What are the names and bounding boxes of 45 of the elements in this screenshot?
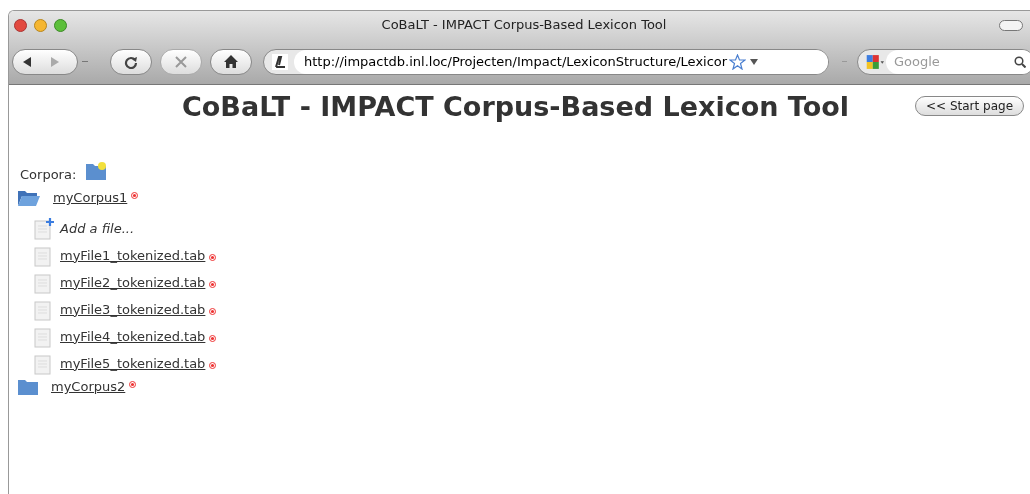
add-file-icon[interactable]	[34, 218, 54, 240]
back-forward-button[interactable]	[12, 48, 78, 75]
toolbar-toggle-button[interactable]	[999, 20, 1023, 31]
window-title: CoBaLT - IMPACT Corpus-Based Lexicon Tool	[381, 17, 667, 33]
delete-icon[interactable]	[209, 254, 217, 261]
start-page-button[interactable]: << Start page	[915, 96, 1025, 116]
file-link[interactable]: myFile3_tokenized.tab	[60, 299, 206, 319]
delete-icon[interactable]	[129, 380, 137, 388]
close-icon	[175, 55, 187, 68]
forward-icon[interactable]	[49, 55, 61, 68]
delete-icon[interactable]	[209, 335, 217, 342]
stop-button[interactable]	[160, 48, 202, 75]
file-icon	[34, 299, 54, 321]
bookmark-star-icon[interactable]	[729, 53, 747, 70]
folder-icon[interactable]	[18, 379, 38, 395]
file-link[interactable]: myFile5_tokenized.tab	[60, 353, 206, 373]
file-icon	[34, 245, 54, 267]
open-folder-icon[interactable]	[18, 190, 40, 206]
dropdown-caret-icon[interactable]	[750, 58, 759, 65]
home-button[interactable]	[210, 48, 252, 75]
file-link[interactable]: myFile4_tokenized.tab	[60, 326, 206, 346]
file-icon	[34, 353, 54, 375]
address-field[interactable]: http://impactdb.inl.loc/Projecten/Impact/LexiconStructure/Lexicor	[263, 48, 829, 75]
delete-icon[interactable]	[209, 308, 217, 315]
new-folder-icon[interactable]	[86, 162, 108, 180]
file-icon	[34, 326, 54, 348]
back-icon[interactable]	[21, 55, 33, 68]
delete-icon[interactable]	[131, 191, 139, 199]
home-icon	[224, 55, 238, 68]
delete-icon[interactable]	[209, 281, 217, 288]
corpora-label: Corpora:	[20, 165, 77, 184]
add-file-link[interactable]: Add a file...	[60, 218, 135, 238]
file-icon	[34, 272, 54, 294]
reload-icon	[124, 54, 138, 69]
delete-icon[interactable]	[209, 362, 217, 369]
zoom-window-button[interactable]	[54, 18, 67, 32]
page-heading: CoBaLT - IMPACT Corpus-Based Lexicon Tool	[181, 89, 849, 124]
minimize-window-button[interactable]	[34, 18, 47, 32]
close-window-button[interactable]	[14, 18, 27, 32]
corpus-link[interactable]: myCorpus2	[51, 377, 126, 397]
reload-button[interactable]	[110, 48, 152, 75]
corpus-link[interactable]: myCorpus1	[53, 188, 128, 208]
file-link[interactable]: myFile2_tokenized.tab	[60, 272, 206, 292]
site-icon	[272, 53, 288, 70]
file-link[interactable]: myFile1_tokenized.tab	[60, 245, 206, 265]
